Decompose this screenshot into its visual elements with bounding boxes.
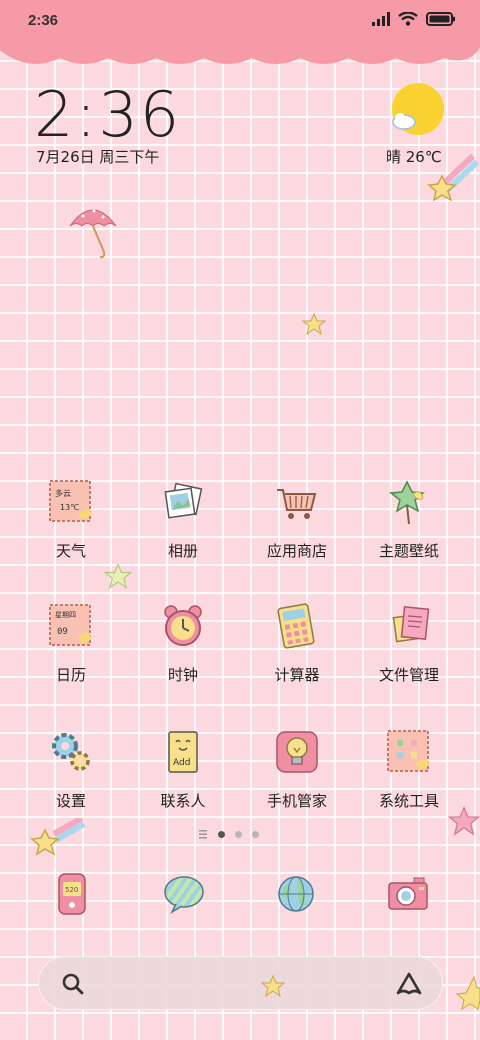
app-clock[interactable]: 时钟 [128, 598, 238, 685]
file-manager-icon [381, 598, 437, 654]
app-label: 日历 [55, 666, 86, 684]
page-indicator[interactable] [198, 830, 259, 839]
system-tools-icon [381, 724, 437, 780]
sun-cloud-icon[interactable] [388, 82, 448, 140]
shooting-star-decoration-2 [30, 818, 86, 856]
app-security[interactable]: 手机管家 [242, 724, 352, 811]
messages-icon [164, 876, 204, 914]
app-settings[interactable]: 设置 [16, 724, 126, 811]
app-contacts[interactable]: Add 联系人 [128, 724, 238, 811]
app-label: 相册 [167, 542, 198, 560]
app-label: 手机管家 [266, 792, 327, 810]
app-weather[interactable]: 多云 13℃ 天气 [16, 474, 126, 561]
phone-icon: 520 [58, 873, 86, 915]
corner-star-decoration [456, 976, 480, 1011]
dock-phone[interactable]: 520 [41, 864, 101, 924]
app-label: 设置 [55, 792, 86, 810]
small-star-decoration [302, 313, 326, 335]
calendar-icon: 星期四 09 [43, 598, 99, 654]
dock-messages[interactable] [154, 864, 214, 924]
svg-text:星期四: 星期四 [55, 611, 76, 619]
page-dot-active [218, 831, 225, 838]
camera-icon [388, 877, 428, 910]
wifi-icon [398, 12, 418, 26]
app-calendar[interactable]: 星期四 09 日历 [16, 598, 126, 685]
app-label: 主题壁纸 [378, 542, 439, 560]
app-label: 天气 [55, 542, 86, 560]
scallop-border [0, 40, 480, 64]
battery-icon [426, 12, 455, 26]
search-bar[interactable] [38, 956, 443, 1010]
status-bar: 2:36 [0, 0, 480, 44]
security-icon [269, 724, 325, 780]
umbrella-decoration [69, 209, 117, 259]
app-label: 计算器 [274, 666, 320, 684]
weather-icon: 多云 13℃ [43, 474, 99, 530]
app-label: 系统工具 [378, 792, 439, 810]
search-icon [62, 973, 84, 995]
app-store-icon [269, 474, 325, 530]
page-dot [235, 831, 242, 838]
app-file-manager[interactable]: 文件管理 [354, 598, 464, 685]
dock-browser[interactable] [266, 864, 326, 924]
clock-widget-date[interactable]: 7月26日 周三下午 [36, 146, 159, 167]
contacts-icon: Add [155, 724, 211, 780]
settings-icon [43, 724, 99, 780]
app-themes[interactable]: 主题壁纸 [354, 474, 464, 561]
calculator-icon [269, 598, 325, 654]
svg-text:多云: 多云 [55, 488, 71, 498]
app-system-tools[interactable]: 系统工具 [354, 724, 464, 811]
app-gallery[interactable]: 相册 [128, 474, 238, 561]
app-app-store[interactable]: 应用商店 [242, 474, 352, 561]
gallery-icon [155, 474, 211, 530]
small-star-decoration-2 [104, 563, 132, 589]
shooting-star-decoration [427, 153, 480, 202]
svg-text:09: 09 [57, 627, 68, 637]
dock-camera[interactable] [378, 864, 438, 924]
status-time: 2:36 [28, 12, 59, 29]
page-dot [252, 831, 259, 838]
assistant-icon[interactable] [395, 971, 423, 997]
svg-text:13℃: 13℃ [60, 503, 79, 512]
svg-text:520: 520 [65, 886, 78, 894]
clock-widget-time[interactable]: 2:36 [34, 78, 181, 151]
app-label: 联系人 [160, 792, 206, 810]
app-calculator[interactable]: 计算器 [242, 598, 352, 685]
page-list-icon [199, 830, 207, 839]
app-label: 应用商店 [266, 542, 327, 560]
status-icons [372, 12, 456, 26]
svg-text:Add: Add [173, 758, 190, 768]
themes-icon [381, 474, 437, 530]
clock-icon [155, 598, 211, 654]
signal-icon [372, 12, 390, 26]
app-label: 时钟 [167, 666, 198, 684]
browser-icon [278, 876, 314, 912]
app-label: 文件管理 [378, 666, 439, 684]
star-decoration [261, 975, 285, 997]
